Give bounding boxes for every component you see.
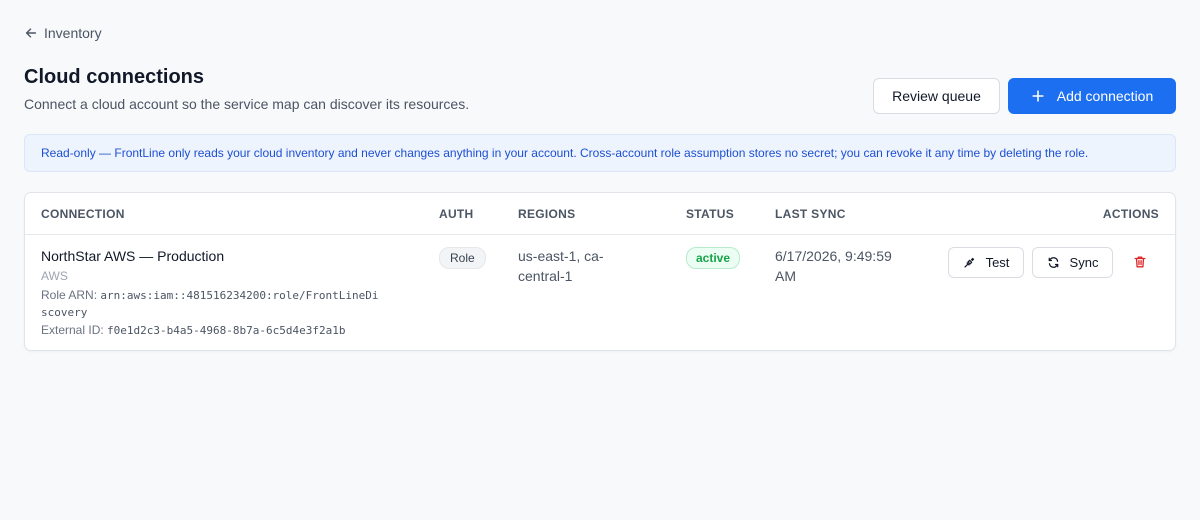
plug-icon <box>964 257 974 268</box>
trash-icon <box>1134 256 1146 268</box>
status-badge: active <box>686 247 741 269</box>
banner-text: Read-only — FrontLine only reads your cl… <box>41 146 1089 160</box>
role-arn: Role ARN: arn:aws:iam::481516234200:role… <box>41 287 421 321</box>
page-subtitle: Connect a cloud account so the service m… <box>24 96 470 112</box>
page-title: Cloud connections <box>24 66 204 88</box>
cloud-connections-page: Inventory Cloud connections Connect a cl… <box>0 0 1200 520</box>
back-to-inventory-link[interactable]: Inventory <box>24 25 102 41</box>
add-connection-label: Add connection <box>1056 88 1154 104</box>
connection-cell: NorthStar AWS — Production AWS Role ARN:… <box>41 248 421 339</box>
last-sync-line1: 6/17/2026, 9:49:59 <box>775 248 892 264</box>
role-arn-value-line2: scovery <box>41 306 88 319</box>
plus-icon <box>1032 90 1044 102</box>
last-sync-line2: AM <box>775 268 796 284</box>
arrow-left-icon <box>25 28 37 38</box>
back-link-label: Inventory <box>44 25 102 41</box>
column-header-actions: Actions <box>1102 207 1159 221</box>
table-header: Connection Auth Regions Status Last sync… <box>25 193 1175 235</box>
test-button-label: Test <box>985 255 1010 270</box>
column-header-regions: Regions <box>518 207 576 221</box>
regions-line1: us-east-1, ca- <box>518 248 604 264</box>
external-id: External ID: f0e1d2c3-b4a5-4968-8b7a-6c5… <box>41 322 421 339</box>
regions-line2: central-1 <box>518 268 573 284</box>
test-connection-button[interactable]: Test <box>948 247 1024 278</box>
add-connection-button[interactable]: Add connection <box>1008 78 1176 114</box>
refresh-icon <box>1048 257 1058 268</box>
auth-badge: Role <box>439 247 486 269</box>
auth-cell: Role <box>439 247 486 269</box>
last-sync-cell: 6/17/2026, 9:49:59 AM <box>775 246 945 286</box>
column-header-connection: Connection <box>41 207 125 221</box>
column-header-auth: Auth <box>439 207 474 221</box>
status-cell: active <box>686 247 741 269</box>
review-queue-button[interactable]: Review queue <box>873 78 1000 114</box>
review-queue-label: Review queue <box>892 88 981 104</box>
column-header-status: Status <box>686 207 735 221</box>
delete-connection-button[interactable] <box>1129 251 1151 273</box>
external-id-label: External ID: <box>41 323 104 337</box>
sync-connection-button[interactable]: Sync <box>1032 247 1113 278</box>
role-arn-label: Role ARN: <box>41 288 98 302</box>
regions-cell: us-east-1, ca- central-1 <box>518 246 668 286</box>
column-header-last-sync: Last sync <box>775 207 846 221</box>
read-only-info-banner: Read-only — FrontLine only reads your cl… <box>24 134 1176 172</box>
sync-button-label: Sync <box>1069 255 1099 270</box>
connection-provider: AWS <box>41 269 68 283</box>
role-arn-value-line1: arn:aws:iam::481516234200:role/FrontLine… <box>100 289 379 302</box>
connections-table: Connection Auth Regions Status Last sync… <box>24 192 1176 351</box>
connection-name: NorthStar AWS — Production <box>41 248 225 264</box>
external-id-value: f0e1d2c3-b4a5-4968-8b7a-6c5d4e3f2a1b <box>107 324 346 337</box>
